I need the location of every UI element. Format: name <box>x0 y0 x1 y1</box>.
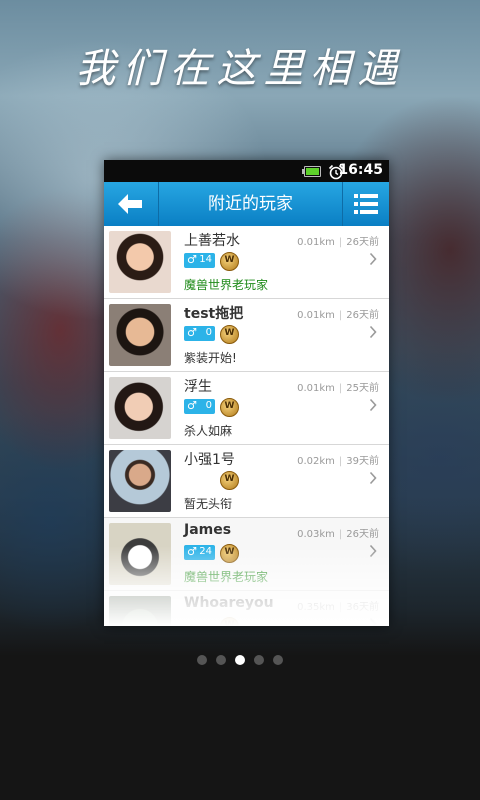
player-distance: 0.35km <box>297 602 335 613</box>
page-indicator <box>0 655 480 665</box>
male-icon: ♂ <box>187 399 197 412</box>
clock-time: 16:45 <box>338 162 383 178</box>
player-name: 上善若水 <box>184 233 240 249</box>
avatar[interactable] <box>109 596 171 626</box>
player-signature: 魔兽世界老玩家 <box>184 278 269 292</box>
game-badge-icon <box>220 617 239 626</box>
avatar[interactable] <box>109 450 171 512</box>
back-arrow-icon <box>118 194 142 214</box>
list-menu-button[interactable] <box>342 182 389 226</box>
page-title: 附近的玩家 <box>208 194 293 214</box>
meta-divider: | <box>338 310 343 321</box>
male-icon: ♂ <box>187 326 197 339</box>
game-badge-icon <box>220 471 239 490</box>
player-meta: 0.01km | 26天前 <box>297 306 379 321</box>
player-list: 上善若水 ♂ 14 魔兽世界老玩家 0.01km|26天前 test拖把 ♂ 0… <box>104 226 389 626</box>
player-time-ago: 26天前 <box>346 529 379 540</box>
player-distance: 0.01km <box>297 383 335 394</box>
player-distance: 0.03km <box>297 529 335 540</box>
avatar[interactable] <box>109 523 171 585</box>
slogan: 我们在这里相遇 <box>75 46 405 92</box>
list-icon <box>354 194 378 214</box>
chevron-right-icon <box>369 617 377 626</box>
game-badge-icon <box>220 252 239 271</box>
player-row[interactable]: 浮生 ♂ 0 杀人如麻 0.01km|25天前 <box>104 372 389 445</box>
page-dot[interactable] <box>254 655 264 665</box>
player-name: Whoareyou <box>184 595 274 611</box>
avatar[interactable] <box>109 304 171 366</box>
meta-divider: | <box>338 237 343 248</box>
male-icon: ♂ <box>187 253 197 266</box>
game-badge-icon <box>220 325 239 344</box>
gender-age-badge: ♂ 24 <box>184 545 215 560</box>
player-meta: 0.01km | 26天前 <box>297 233 379 248</box>
player-time-ago: 39天前 <box>346 456 379 467</box>
player-meta: 0.01km | 25天前 <box>297 379 379 394</box>
player-row[interactable]: James ♂ 24 魔兽世界老玩家 0.03km|26天前 <box>104 518 389 591</box>
game-badge-icon <box>220 544 239 563</box>
meta-divider: | <box>338 456 343 467</box>
chevron-right-icon <box>369 398 377 412</box>
player-signature: 魔兽世界老玩家 <box>184 570 269 584</box>
meta-divider: | <box>338 602 343 613</box>
player-meta: 0.03km | 26天前 <box>297 525 379 540</box>
player-row[interactable]: 上善若水 ♂ 14 魔兽世界老玩家 0.01km|26天前 <box>104 226 389 299</box>
meta-divider: | <box>338 383 343 394</box>
player-row[interactable]: 小强1号 暂无头衔 0.02km|39天前 <box>104 445 389 518</box>
player-name: James <box>184 522 232 538</box>
player-name: test拖把 <box>184 306 244 322</box>
meta-divider: | <box>338 529 343 540</box>
player-age: 14 <box>199 254 212 265</box>
chevron-right-icon <box>369 325 377 339</box>
player-row[interactable]: test拖把 ♂ 0 紫装开始! 0.01km|26天前 <box>104 299 389 372</box>
player-time-ago: 26天前 <box>346 310 379 321</box>
player-time-ago: 25天前 <box>346 383 379 394</box>
page-dot[interactable] <box>235 655 245 665</box>
player-time-ago: 36天前 <box>346 602 379 613</box>
avatar[interactable] <box>109 231 171 293</box>
page-dot[interactable] <box>273 655 283 665</box>
player-distance: 0.02km <box>297 456 335 467</box>
player-age: 0 <box>205 327 212 338</box>
page-dot[interactable] <box>197 655 207 665</box>
player-signature: 暂无头衔 <box>184 497 233 511</box>
chevron-right-icon <box>369 544 377 558</box>
player-name: 小强1号 <box>184 452 235 468</box>
player-time-ago: 26天前 <box>346 237 379 248</box>
player-distance: 0.01km <box>297 237 335 248</box>
battery-icon <box>302 166 321 177</box>
gender-age-badge: ♂ 0 <box>184 326 215 341</box>
chevron-right-icon <box>369 471 377 485</box>
player-age: 24 <box>199 546 212 557</box>
page-dot[interactable] <box>216 655 226 665</box>
male-icon: ♂ <box>187 545 197 558</box>
player-signature: 杀人如麻 <box>184 424 233 438</box>
gender-age-badge: ♂ 0 <box>184 399 215 414</box>
player-meta: 0.35km | 36天前 <box>297 598 379 613</box>
chevron-right-icon <box>369 252 377 266</box>
back-button[interactable] <box>104 182 159 226</box>
player-age: 0 <box>205 400 212 411</box>
player-meta: 0.02km | 39天前 <box>297 452 379 467</box>
header-bar: 附近的玩家 <box>104 182 389 226</box>
player-row[interactable]: Whoareyou 0.35km|36天前 <box>104 591 389 626</box>
game-badge-icon <box>220 398 239 417</box>
player-name: 浮生 <box>184 379 212 395</box>
status-bar: 16:45 <box>104 160 389 182</box>
player-distance: 0.01km <box>297 310 335 321</box>
phone-screen: 16:45 附近的玩家 上善若水 ♂ 14 魔兽世界老玩家 0.01km|26天… <box>104 160 389 626</box>
gender-age-badge: ♂ 14 <box>184 253 215 268</box>
player-signature: 紫装开始! <box>184 351 237 365</box>
avatar[interactable] <box>109 377 171 439</box>
